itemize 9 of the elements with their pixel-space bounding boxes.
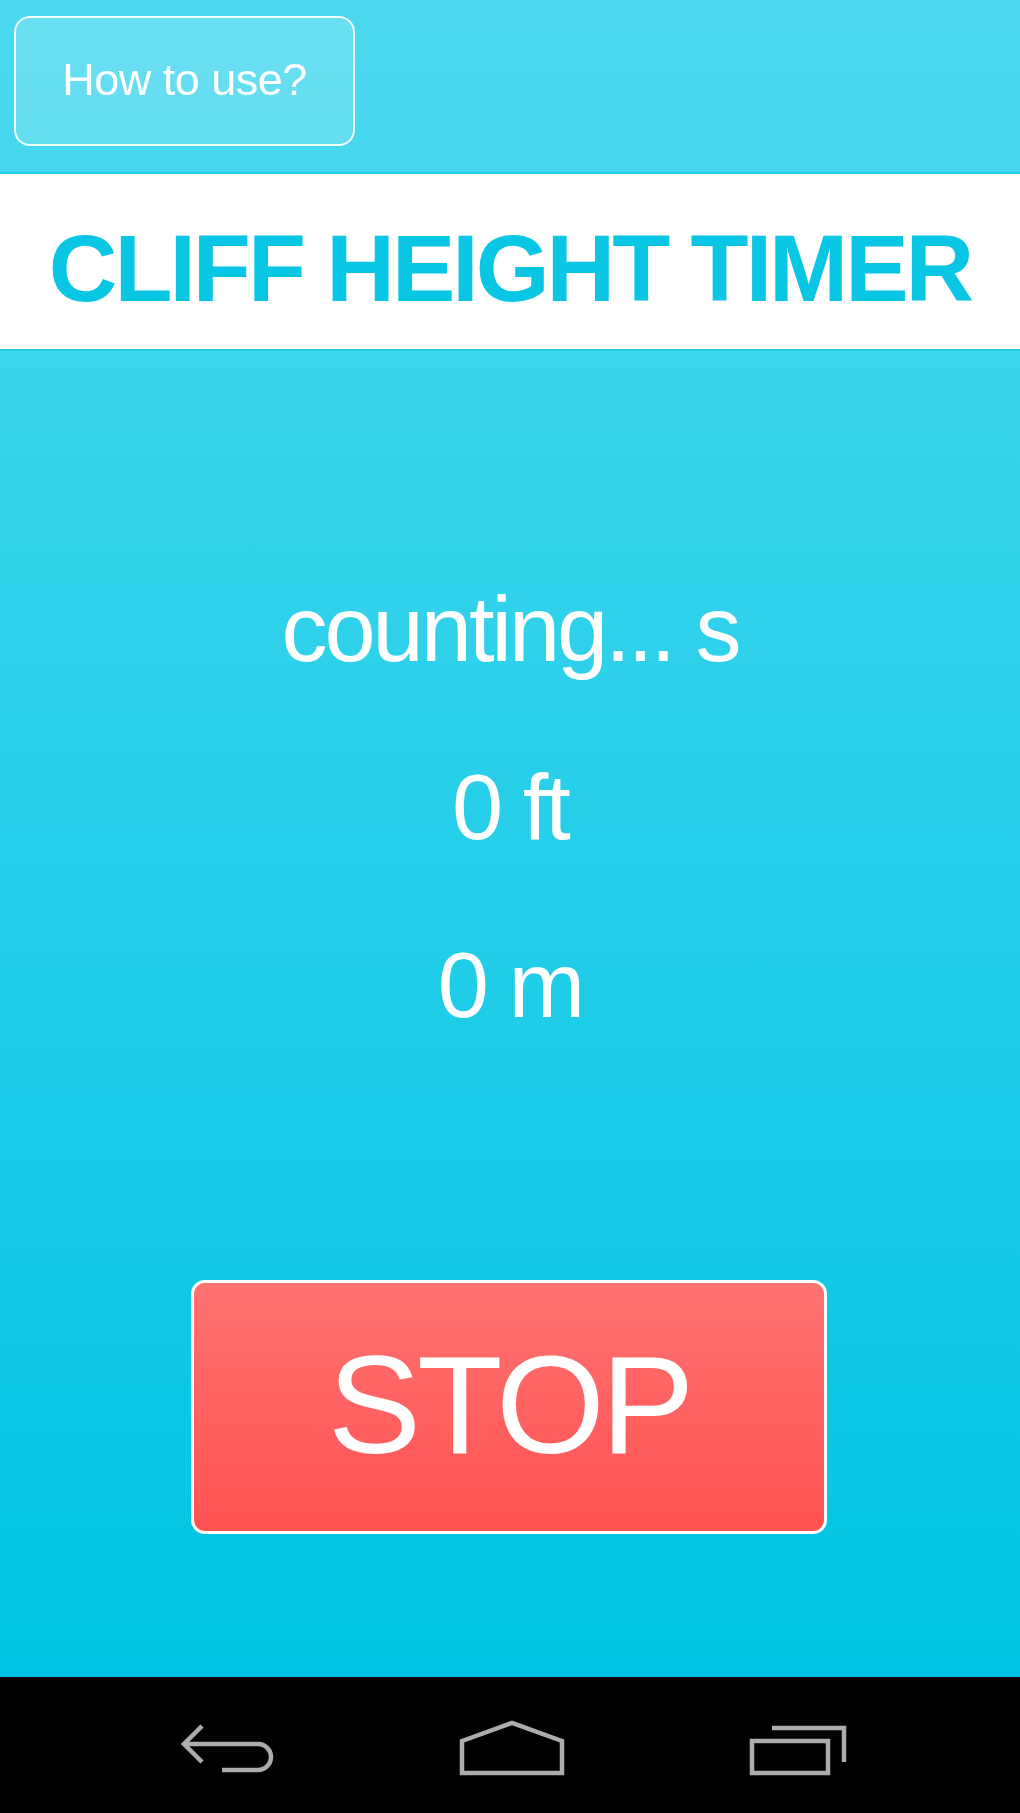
recent-apps-icon[interactable] <box>750 1725 847 1775</box>
back-icon[interactable] <box>180 1723 274 1774</box>
app-title: CLIFF HEIGHT TIMER <box>48 216 972 321</box>
height-readout: 0 m <box>437 933 583 1038</box>
time-readout: counting... s <box>281 577 739 682</box>
help-button[interactable]: How to use? <box>14 16 355 146</box>
stop-button[interactable]: STOP <box>191 1280 827 1534</box>
home-icon[interactable] <box>460 1721 564 1775</box>
height-readout: 0 ft <box>452 755 568 860</box>
